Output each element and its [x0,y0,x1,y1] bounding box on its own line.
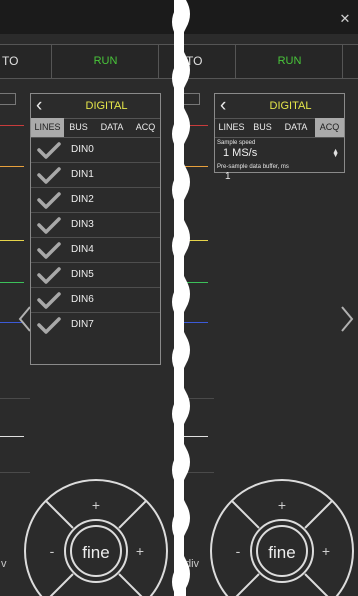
check-icon[interactable] [37,316,61,334]
svg-text:-: - [50,543,55,559]
trace-red [184,125,208,126]
tab-acq[interactable]: ACQ [131,118,160,137]
check-icon[interactable] [37,166,61,184]
svg-text:-: - [236,543,241,559]
grid-line [0,472,30,473]
digital-panel-header: ‹ DIGITAL [31,94,160,119]
check-icon[interactable] [37,141,61,159]
trace-blue [184,322,208,323]
tab-acq[interactable]: ACQ [315,118,344,137]
top-bar: ✕ [184,0,358,34]
line-label: DIN2 [71,194,94,205]
line-row-din4[interactable]: DIN4 [31,238,160,263]
svg-text:+: + [136,543,144,559]
line-label: DIN3 [71,219,94,230]
digital-panel: ‹ DIGITAL LINES BUS DATA ACQ Sample spee… [214,93,345,182]
digital-title: DIGITAL [85,100,128,112]
grid-line [0,398,30,399]
line-row-din5[interactable]: DIN5 [31,263,160,288]
check-icon[interactable] [37,191,61,209]
run-button[interactable]: RUN [237,45,343,78]
svg-text:+: + [92,497,100,513]
trigger-mode-button[interactable]: TO [0,45,52,78]
dial-label: fine [82,543,109,562]
chevron-right-icon[interactable] [340,305,354,333]
digital-panel-header: ‹ DIGITAL [215,94,344,119]
grid-line [184,472,214,473]
digital-title: DIGITAL [269,100,312,112]
pre-sample-label: Pre-sample data buffer, ms [217,164,289,170]
tab-bus[interactable]: BUS [64,118,93,137]
svg-text:+: + [278,497,286,513]
line-label: DIN1 [71,169,94,180]
tab-lines[interactable]: LINES [31,118,64,137]
toolbar: TO RUN [184,44,358,79]
check-icon[interactable] [37,266,61,284]
digital-lines-list: DIN0 DIN1 DIN2 DIN3 DIN4 DIN5 DIN6 DIN7 [31,138,160,337]
line-label: DIN4 [71,244,94,255]
chevron-left-icon[interactable]: ‹ [36,96,52,115]
grid-line [184,398,214,399]
close-icon[interactable]: ✕ [338,12,352,26]
trace-green [184,282,208,283]
tab-lines[interactable]: LINES [215,118,248,137]
tab-bar: LINES BUS DATA ACQ [31,118,160,138]
trace-orange [184,166,208,167]
digital-panel: ‹ DIGITAL LINES BUS DATA ACQ DIN0 DIN1 D… [30,93,161,365]
line-row-din7[interactable]: DIN7 [31,313,160,337]
channel-label-fragment [184,93,200,105]
sample-speed-select[interactable]: 1 MS/s [223,147,257,159]
tab-bus[interactable]: BUS [248,118,277,137]
pre-sample-input[interactable]: 1 [225,171,231,182]
line-row-din3[interactable]: DIN3 [31,213,160,238]
line-label: DIN0 [71,144,94,155]
channel-label-fragment [0,93,16,105]
dial-label: fine [268,543,295,562]
trace-yellow [184,240,208,241]
trace-red [0,125,24,126]
line-label: DIN6 [71,294,94,305]
trace-green [0,282,24,283]
chevron-left-icon[interactable]: ‹ [220,96,236,115]
sample-speed-label: Sample speed [217,140,256,146]
left-screen: TO RUN ‹ DIGITAL LINES BUS DATA ACQ DIN0 [0,0,174,596]
line-row-din2[interactable]: DIN2 [31,188,160,213]
tab-data[interactable]: DATA [93,118,131,137]
trace-orange [0,166,24,167]
div-label: div [185,558,200,570]
div-label: v [1,558,7,570]
line-row-din1[interactable]: DIN1 [31,163,160,188]
trace-yellow [0,240,24,241]
check-icon[interactable] [37,291,61,309]
fine-control-dial[interactable]: + + - fine [23,478,169,596]
tab-data[interactable]: DATA [277,118,315,137]
trigger-mode-button[interactable]: TO [184,45,236,78]
top-bar [0,0,174,34]
tab-bar: LINES BUS DATA ACQ [215,118,344,138]
toolbar: TO RUN [0,44,174,79]
up-down-arrows-icon[interactable]: ▲ ▼ [332,148,339,159]
line-row-din6[interactable]: DIN6 [31,288,160,313]
right-screen: ✕ TO RUN ‹ DIGITAL LINES BUS DATA ACQ Sa… [184,0,358,596]
trace-white [184,436,208,437]
check-icon[interactable] [37,216,61,234]
run-button[interactable]: RUN [53,45,159,78]
trace-white [0,436,24,437]
line-row-din0[interactable]: DIN0 [31,138,160,163]
check-icon[interactable] [37,241,61,259]
svg-text:+: + [322,543,330,559]
fine-control-dial[interactable]: + + - fine [209,478,355,596]
line-label: DIN7 [71,319,94,330]
line-label: DIN5 [71,269,94,280]
